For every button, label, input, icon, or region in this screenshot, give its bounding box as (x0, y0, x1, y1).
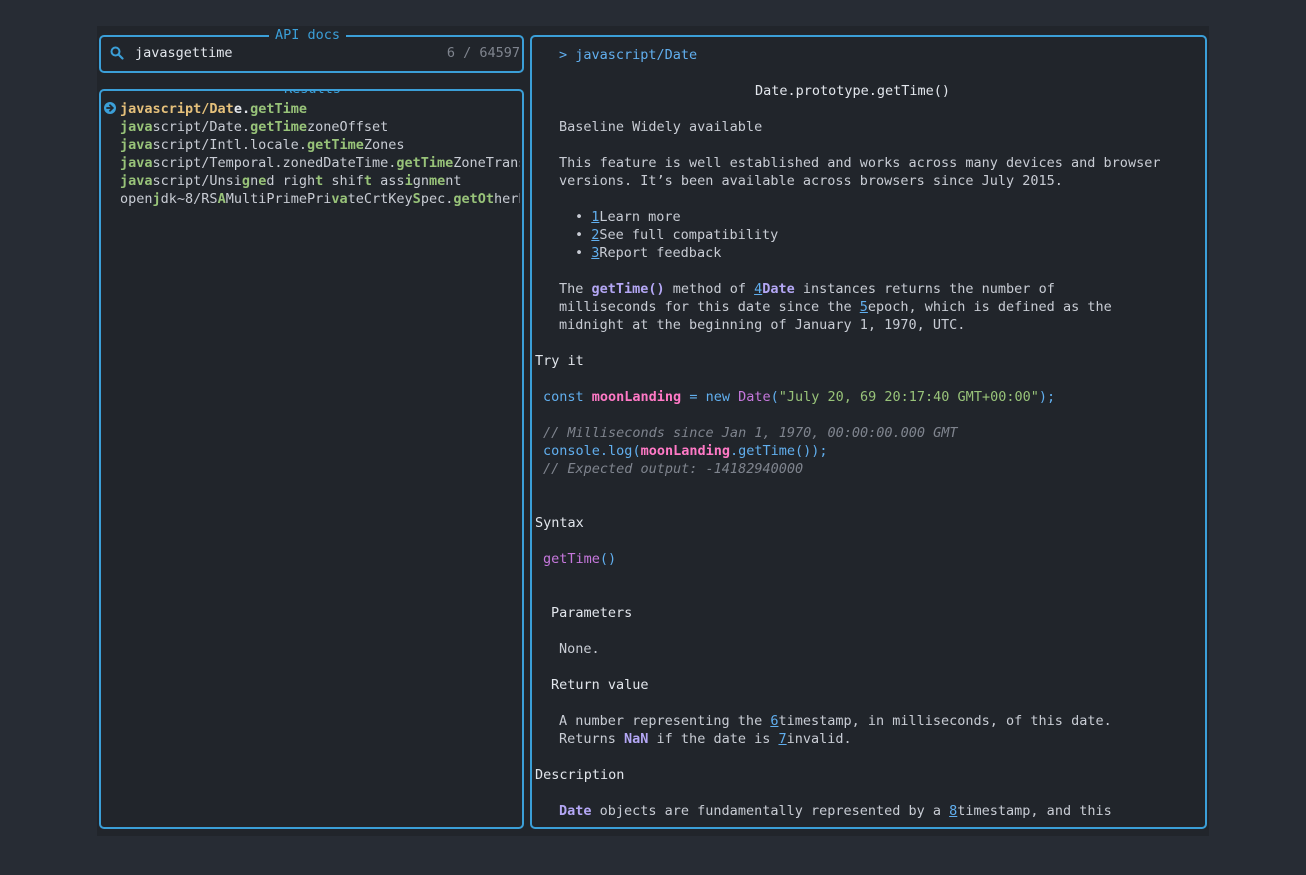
result-text-segment: nt (445, 173, 462, 189)
result-text-segment: va (331, 191, 348, 207)
result-text-segment: getTime (306, 137, 364, 153)
intro-line-1: The getTime() method of 4Date instances … (559, 281, 1055, 297)
link-5[interactable]: 5 (860, 299, 868, 315)
result-text-segment: A (217, 191, 226, 207)
syntax-signature: getTime() (543, 551, 617, 567)
parameters-text: None. (559, 641, 600, 657)
result-item[interactable]: javascript/Unsigned right shift assignme… (120, 172, 520, 190)
result-text-segment: d righ (266, 173, 316, 189)
baseline-status: Baseline Widely available (559, 119, 763, 135)
result-text-segment: e. (233, 101, 251, 117)
result-text-segment: ass (372, 173, 405, 189)
search-input[interactable]: javasgettime (135, 44, 233, 62)
learn-more-link[interactable]: Learn more (599, 209, 680, 225)
bullet-item: • 3Report feedback (575, 245, 722, 261)
result-text-segment: java (120, 155, 153, 171)
result-text-segment: teCrtKey (347, 191, 413, 207)
result-text-segment: java (120, 137, 153, 153)
code-line-2: console.log(moonLanding.getTime()); (543, 443, 828, 459)
bullet-item: • 2See full compatibility (575, 227, 779, 243)
section-syntax: Syntax (535, 515, 584, 531)
breadcrumb: > javascript/Date (559, 47, 698, 63)
section-try-it: Try it (535, 353, 584, 369)
result-item[interactable]: javascript/Date.getTimezoneOffset (120, 118, 520, 136)
result-text-segment: Zones (363, 137, 405, 153)
result-text-segment: java (120, 119, 153, 135)
result-text-segment: O (477, 191, 486, 207)
method-name: getTime() (591, 281, 665, 297)
result-text-segment: script/Date. (152, 119, 251, 135)
result-text-segment: cript/ (160, 101, 210, 117)
feature-text-2: versions. It’s been available across bro… (559, 173, 1063, 189)
doc-panel: > javascript/Date Date.prototype.getTime… (530, 35, 1207, 829)
result-text-segment: MultiPrimePri (225, 191, 332, 207)
search-panel: API docs javasgettime 6 / 64597 (99, 26, 524, 73)
section-parameters: Parameters (551, 605, 633, 621)
search-icon (110, 46, 124, 60)
result-text-segment: n (250, 173, 259, 189)
code-line-1: const moonLanding = new Date("July 20, 6… (543, 389, 1056, 405)
result-text-segment: zoneOffset (306, 119, 389, 135)
result-text-segment: javas (120, 101, 161, 117)
result-text-segment: dk~8/RS (160, 191, 218, 207)
result-text-segment: script/Unsi (152, 173, 242, 189)
terminal-window: API docs javasgettime 6 / 64597 Results … (97, 26, 1209, 836)
result-text-segment: getTime (250, 101, 307, 117)
feedback-link[interactable]: Report feedback (599, 245, 721, 261)
result-text-segment: S (412, 191, 421, 207)
result-text-segment: pec. (420, 191, 454, 207)
result-text-segment: herPr (494, 191, 520, 207)
result-item[interactable]: openjdk~8/RSAMultiPrimePrivateCrtKeySpec… (120, 190, 520, 208)
search-panel-title: API docs (269, 26, 347, 44)
results-list: javascript/Date.getTime javascript/Date.g… (120, 100, 520, 208)
result-text-segment: t (485, 191, 494, 207)
result-text-segment: script/Temporal.zonedDateTime. (152, 155, 397, 171)
doc-heading: Date.prototype.getTime() (755, 83, 951, 99)
link-4[interactable]: 4 (754, 281, 762, 297)
intro-line-2: milliseconds for this date since the 5ep… (559, 299, 1112, 315)
date-type: Date (762, 281, 795, 297)
result-text-segment: getTime (396, 155, 454, 171)
return-line-1: A number representing the 6timestamp, in… (559, 713, 1112, 729)
result-text-segment: g (241, 173, 251, 189)
result-text-segment: me (428, 173, 446, 189)
result-text-segment: Dat (209, 101, 234, 117)
result-text-segment: gn (412, 173, 429, 189)
compatibility-link[interactable]: See full compatibility (599, 227, 778, 243)
section-description: Description (535, 767, 625, 783)
bullet-item: • 1Learn more (575, 209, 681, 225)
result-text-segment: script/Intl.locale. (152, 137, 307, 153)
result-text-segment: getTime (250, 119, 307, 135)
selected-arrow-icon (104, 102, 116, 114)
result-item[interactable]: javascript/Temporal.zonedDateTime.getTim… (120, 154, 520, 172)
result-text-segment: j (152, 191, 161, 207)
result-text-segment: ZoneTransi (453, 155, 520, 171)
intro-line-3: midnight at the beginning of January 1, … (559, 317, 966, 333)
result-count: 6 / 64597 (446, 45, 520, 61)
result-text-segment: java (120, 173, 153, 189)
result-text-segment: shif (323, 173, 364, 189)
result-text-segment: get (453, 191, 478, 207)
result-text-segment: t (363, 173, 373, 189)
result-text-segment: i (404, 173, 413, 189)
results-panel: Results javascript/Date.getTime javascrip… (99, 89, 524, 829)
return-line-2: Returns NaN if the date is 7invalid. (559, 731, 852, 747)
nan-value: NaN (624, 731, 649, 747)
section-return-value: Return value (551, 677, 649, 693)
description-line-1: Date objects are fundamentally represent… (559, 803, 1112, 819)
result-item[interactable]: javascript/Intl.locale.getTimeZones (120, 136, 520, 154)
feature-text-1: This feature is well established and wor… (559, 155, 1161, 171)
code-comment-2: // Expected output: -14182940000 (543, 461, 804, 477)
results-panel-title: Results (278, 91, 347, 98)
result-text-segment: open (120, 191, 153, 207)
result-item-selected[interactable]: javascript/Date.getTime (120, 100, 520, 118)
code-comment-1: // Milliseconds since Jan 1, 1970, 00:00… (543, 425, 958, 441)
link-7[interactable]: 7 (778, 731, 786, 747)
